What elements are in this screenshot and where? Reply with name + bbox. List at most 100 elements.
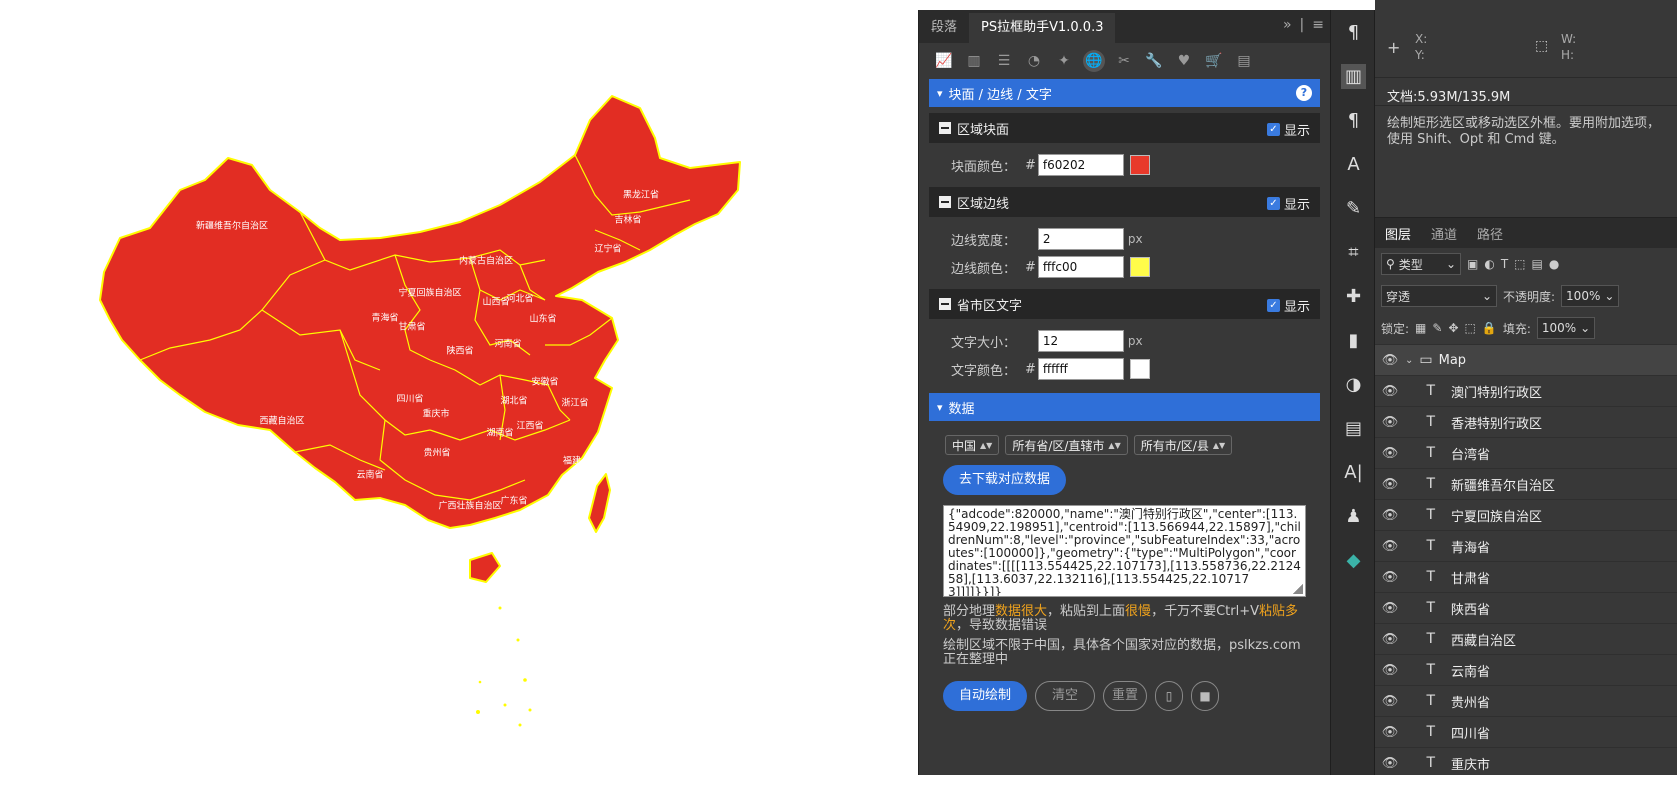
region-fill-show-toggle[interactable]: ✓ 显示 <box>1266 120 1310 139</box>
geojson-textarea[interactable]: {"adcode":820000,"name":"澳门特别行政区","cente… <box>943 505 1306 597</box>
layer-kind-filter[interactable]: ⚲ 类型 ⌄ <box>1381 253 1461 275</box>
layer-item[interactable]: 👁 T 贵州省 <box>1375 685 1677 716</box>
paragraph-icon[interactable]: ¶ <box>1331 10 1376 54</box>
brush-icon[interactable]: ✎ <box>1331 186 1376 230</box>
lock-artboard-icon[interactable]: ⬚ <box>1465 321 1476 335</box>
text-color-swatch[interactable] <box>1129 359 1150 379</box>
heart-icon[interactable]: ♥ <box>1173 50 1195 72</box>
wrench-icon[interactable]: 🔧 <box>1143 50 1165 72</box>
border-color-swatch[interactable] <box>1129 257 1150 277</box>
region-border-show-toggle[interactable]: ✓ 显示 <box>1266 194 1310 213</box>
eye-icon[interactable]: 👁 <box>1375 539 1405 554</box>
eye-icon[interactable]: 👁 <box>1375 756 1405 771</box>
eye-icon[interactable]: 👁 <box>1375 477 1405 492</box>
auto-draw-button[interactable]: 自动绘制 <box>943 681 1028 711</box>
chevron-down-icon[interactable]: ⌄ <box>1405 355 1413 366</box>
layer-item[interactable]: 👁 T 云南省 <box>1375 654 1677 685</box>
fill-color-swatch[interactable] <box>1129 155 1150 175</box>
glyphs-icon[interactable]: A| <box>1331 450 1376 494</box>
panel-menu-icon[interactable]: ≡ <box>1312 17 1324 33</box>
eye-icon[interactable]: 👁 <box>1375 415 1405 430</box>
video-icon[interactable]: ■ <box>1191 681 1220 711</box>
tab-layers[interactable]: 图层 <box>1385 224 1411 243</box>
paragraph-style-icon[interactable]: ¶ <box>1331 98 1376 142</box>
blend-mode-select[interactable]: 穿透 ⌄ <box>1381 285 1497 307</box>
layer-item[interactable]: 👁 T 澳门特别行政区 <box>1375 375 1677 406</box>
layer-item[interactable]: 👁 T 台湾省 <box>1375 437 1677 468</box>
tab-paragraph[interactable]: 段落 <box>919 13 969 43</box>
province-select[interactable]: 所有省/区/直辖市 ▲▼ <box>1005 435 1128 455</box>
section-data[interactable]: ▾ 数据 <box>929 393 1320 421</box>
border-color-input[interactable]: fffc00 <box>1037 256 1124 278</box>
text-size-input[interactable]: 12 <box>1037 330 1124 352</box>
globe-icon[interactable]: 🌐 <box>1083 50 1105 72</box>
puzzle-icon[interactable]: ✦ <box>1053 50 1075 72</box>
bar-chart-icon[interactable]: ▥ <box>963 50 985 72</box>
layer-item[interactable]: 👁 T 宁夏回族自治区 <box>1375 499 1677 530</box>
character-icon[interactable]: A <box>1331 142 1376 186</box>
crop-icon[interactable]: ⌗ <box>1331 230 1376 274</box>
tools-icon[interactable]: ✂ <box>1113 50 1135 72</box>
reset-button[interactable]: 重置 <box>1103 681 1148 711</box>
line-chart-icon[interactable]: 📈 <box>933 50 955 72</box>
opacity-input[interactable]: 100% ⌄ <box>1561 285 1620 307</box>
libraries-icon[interactable]: ◆ <box>1331 538 1376 582</box>
region-border-header[interactable]: 区域边线 ✓ 显示 <box>929 187 1320 217</box>
eye-icon[interactable]: 👁 <box>1375 508 1405 523</box>
tab-paths[interactable]: 路径 <box>1477 224 1503 243</box>
filter-shape-icon[interactable]: ⬚ <box>1514 257 1525 271</box>
eye-icon[interactable]: 👁 <box>1375 601 1405 616</box>
layer-item[interactable]: 👁 T 新疆维吾尔自治区 <box>1375 468 1677 499</box>
download-data-button[interactable]: 去下载对应数据 <box>943 465 1067 495</box>
actions-icon[interactable]: ♟ <box>1331 494 1376 538</box>
layer-group-map[interactable]: 👁 ⌄ ▭ Map <box>1375 344 1677 375</box>
layer-item[interactable]: 👁 T 陕西省 <box>1375 592 1677 623</box>
filter-adjust-icon[interactable]: ◐ <box>1484 257 1494 271</box>
filter-toggle-icon[interactable]: ● <box>1549 257 1559 271</box>
adjustment-icon[interactable]: ◑ <box>1331 362 1376 406</box>
eye-icon[interactable]: 👁 <box>1375 353 1405 368</box>
eye-icon[interactable]: 👁 <box>1375 446 1405 461</box>
collapse-panel-icon[interactable]: » <box>1283 17 1292 33</box>
tab-channels[interactable]: 通道 <box>1431 224 1457 243</box>
lock-move-icon[interactable]: ✥ <box>1448 321 1458 335</box>
text-color-input[interactable]: ffffff <box>1037 358 1124 380</box>
extension-icon[interactable]: ✚ <box>1331 274 1376 318</box>
border-width-input[interactable]: 2 <box>1037 228 1124 250</box>
eye-icon[interactable]: 👁 <box>1375 384 1405 399</box>
eye-icon[interactable]: 👁 <box>1375 663 1405 678</box>
region-text-show-toggle[interactable]: ✓ 显示 <box>1266 296 1310 315</box>
pie-chart-icon[interactable]: ◔ <box>1023 50 1045 72</box>
cart-icon[interactable]: 🛒 <box>1203 50 1225 72</box>
filter-text-icon[interactable]: T <box>1501 257 1508 271</box>
eye-icon[interactable]: 👁 <box>1375 632 1405 647</box>
layer-item[interactable]: 👁 T 西藏自治区 <box>1375 623 1677 654</box>
region-text-header[interactable]: 省市区文字 ✓ 显示 <box>929 289 1320 319</box>
checkbox-checked-icon[interactable]: ✓ <box>1266 299 1280 312</box>
section-fill-border-text[interactable]: ▾ 块面 / 边线 / 文字 ? <box>929 79 1320 107</box>
layer-item[interactable]: 👁 T 香港特别行政区 <box>1375 406 1677 437</box>
eye-icon[interactable]: 👁 <box>1375 694 1405 709</box>
lock-paint-icon[interactable]: ✎ <box>1432 321 1442 335</box>
layer-item[interactable]: 👁 T 甘肃省 <box>1375 561 1677 592</box>
filter-image-icon[interactable]: ▣ <box>1467 257 1478 271</box>
plugin-icon[interactable]: ▥ <box>1331 54 1376 98</box>
lock-transparent-icon[interactable]: ▦ <box>1415 321 1426 335</box>
fill-color-input[interactable]: f60202 <box>1037 154 1124 176</box>
book-icon[interactable]: ▮ <box>1331 318 1376 362</box>
region-fill-header[interactable]: 区域块面 ✓ 显示 <box>929 113 1320 143</box>
lock-all-icon[interactable]: 🔒 <box>1482 321 1497 335</box>
document-icon[interactable]: ▯ <box>1155 681 1184 711</box>
checkbox-checked-icon[interactable]: ✓ <box>1266 197 1280 210</box>
filter-smart-icon[interactable]: ▤ <box>1532 257 1543 271</box>
book-icon[interactable]: ▤ <box>1233 50 1255 72</box>
resize-handle-icon[interactable] <box>1293 584 1303 594</box>
help-icon[interactable]: ? <box>1296 85 1312 101</box>
city-select[interactable]: 所有市/区/县 ▲▼ <box>1133 435 1233 455</box>
eye-icon[interactable]: 👁 <box>1375 725 1405 740</box>
checkbox-checked-icon[interactable]: ✓ <box>1266 123 1280 136</box>
eye-icon[interactable]: 👁 <box>1375 570 1405 585</box>
horizontal-bar-icon[interactable]: ☰ <box>993 50 1015 72</box>
tab-ps-helper[interactable]: PS拉框助手V1.0.0.3 <box>969 13 1116 43</box>
layer-item[interactable]: 👁 T 青海省 <box>1375 530 1677 561</box>
